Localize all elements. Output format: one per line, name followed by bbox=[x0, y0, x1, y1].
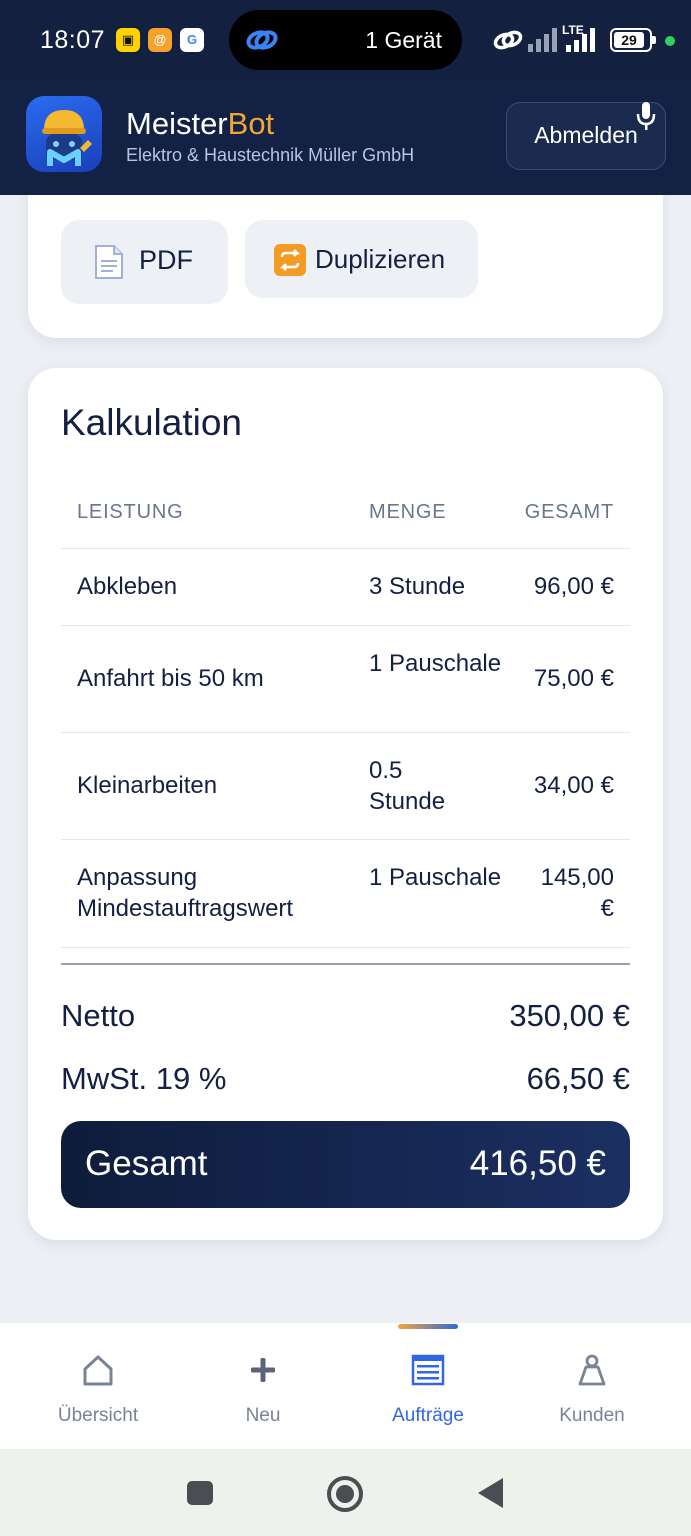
home-button[interactable] bbox=[327, 1476, 363, 1512]
row-divider bbox=[61, 839, 630, 840]
company-name: Elektro & Haustechnik Müller GmbH bbox=[126, 145, 415, 165]
column-header-service: LEISTUNG bbox=[77, 501, 184, 523]
brand-accent: Bot bbox=[227, 106, 275, 141]
grand-total-value: 416,50 € bbox=[469, 1144, 606, 1183]
active-tab-indicator bbox=[398, 1324, 458, 1329]
calculation-card: Kalkulation LEISTUNG MENGE GESAMT Abkleb… bbox=[28, 368, 663, 1240]
calculation-title: Kalkulation bbox=[61, 402, 243, 443]
duplicate-button-label: Duplizieren bbox=[315, 244, 446, 274]
duplicate-button[interactable]: Duplizieren bbox=[245, 220, 478, 298]
summary-divider bbox=[61, 963, 630, 965]
row-total: 75,00 € bbox=[533, 665, 614, 692]
home-icon bbox=[83, 1355, 113, 1386]
battery-level: 29 bbox=[614, 32, 644, 48]
row-divider bbox=[61, 548, 630, 549]
adac-app-icon: ▣ bbox=[116, 28, 140, 52]
nav-label: Aufträge bbox=[392, 1405, 464, 1426]
nav-item-new[interactable]: Neu bbox=[188, 1353, 338, 1427]
robot-icon bbox=[42, 110, 92, 166]
nav-label: Neu bbox=[245, 1405, 281, 1426]
vat-value: 66,50 € bbox=[526, 1061, 630, 1096]
link-icon bbox=[493, 30, 523, 50]
privacy-indicator bbox=[665, 36, 675, 46]
main-content[interactable]: PDF Duplizieren Kalkulation LEISTUNG MEN… bbox=[0, 195, 691, 1323]
row-service: Kleinarbeiten bbox=[77, 772, 218, 799]
column-header-quantity: MENGE bbox=[369, 501, 447, 523]
app-icon: @ bbox=[148, 28, 172, 52]
nav-item-overview[interactable]: Übersicht bbox=[23, 1353, 173, 1427]
device-pill[interactable]: 1 Gerät bbox=[229, 10, 462, 70]
nav-label: Übersicht bbox=[57, 1405, 139, 1426]
microphone-icon[interactable] bbox=[636, 102, 656, 132]
pdf-button[interactable]: PDF bbox=[61, 220, 228, 304]
row-quantity: 1 Pauschale bbox=[369, 864, 502, 891]
repeat-icon bbox=[274, 244, 306, 276]
app-brand: MeisterBot bbox=[126, 106, 274, 142]
row-quantity: 3 Stunde bbox=[369, 573, 466, 600]
net-label: Netto bbox=[61, 998, 136, 1033]
row-quantity: 1 Pauschale bbox=[369, 650, 502, 677]
actions-card: PDF Duplizieren bbox=[28, 195, 663, 338]
back-button[interactable] bbox=[478, 1478, 503, 1508]
plus-icon bbox=[251, 1358, 275, 1382]
vat-label: MwSt. 19 % bbox=[61, 1061, 227, 1096]
device-count: 1 Gerät bbox=[365, 27, 442, 53]
row-total: 34,00 € bbox=[533, 772, 614, 799]
row-quantity: 0.5 Stunde bbox=[369, 757, 446, 815]
row-total: 96,00 € bbox=[533, 573, 614, 600]
nav-item-customers[interactable]: Kunden bbox=[517, 1353, 667, 1427]
system-navigation-bar bbox=[0, 1449, 691, 1536]
pdf-button-label: PDF bbox=[139, 245, 193, 275]
net-value: 350,00 € bbox=[509, 998, 630, 1033]
person-icon bbox=[578, 1354, 606, 1386]
list-icon bbox=[411, 1354, 445, 1386]
column-header-total: GESAMT bbox=[524, 501, 614, 523]
grand-total-label: Gesamt bbox=[85, 1144, 208, 1183]
meisterbot-logo bbox=[26, 96, 102, 172]
status-bar: 18:07 ▣ @ G 1 Gerät LTE 29 bbox=[0, 0, 691, 78]
row-service: Anpassung Mindestauftragswert bbox=[77, 864, 294, 922]
nav-label: Kunden bbox=[559, 1405, 625, 1426]
signal-icon bbox=[528, 28, 557, 52]
row-service: Anfahrt bis 50 km bbox=[77, 665, 264, 692]
google-icon: G bbox=[180, 28, 204, 52]
nav-item-orders[interactable]: Aufträge bbox=[353, 1353, 503, 1427]
recent-apps-button[interactable] bbox=[187, 1481, 213, 1505]
row-divider bbox=[61, 625, 630, 626]
row-service: Abkleben bbox=[77, 573, 178, 600]
signal-icon bbox=[566, 28, 595, 52]
battery-icon: 29 bbox=[610, 28, 656, 52]
status-time: 18:07 bbox=[40, 26, 106, 54]
grand-total: Gesamt 416,50 € bbox=[61, 1121, 630, 1208]
app-header: MeisterBot Elektro & Haustechnik Müller … bbox=[0, 78, 691, 195]
brand-main: Meister bbox=[126, 106, 228, 141]
row-divider bbox=[61, 732, 630, 733]
row-total: 145,00 € bbox=[540, 864, 614, 922]
row-divider bbox=[61, 947, 630, 948]
document-icon bbox=[95, 245, 123, 279]
link-icon bbox=[246, 30, 278, 50]
bottom-navigation: Übersicht Neu Aufträge Kunden bbox=[0, 1323, 691, 1449]
